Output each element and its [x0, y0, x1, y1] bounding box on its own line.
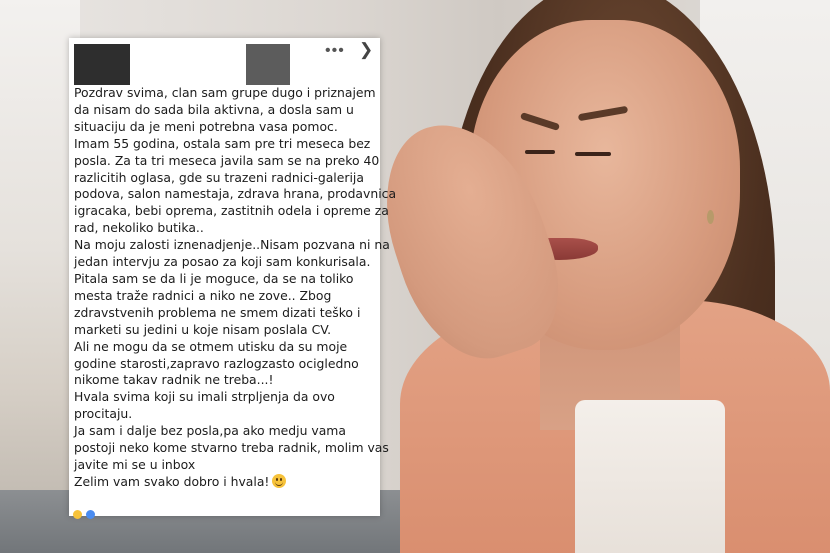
earring: [707, 210, 714, 224]
post-line: posla. Za ta tri meseca javila sam se na…: [74, 152, 380, 168]
post-line: procitaju.: [74, 406, 133, 422]
post-line: Imam 55 godina, ostala sam pre tri mesec…: [74, 135, 371, 151]
post-line: situaciju da je meni potrebna vasa pomoc…: [74, 118, 338, 134]
redacted-name: [246, 44, 290, 85]
post-body: Pozdrav svima, clan sam grupe dugo i pri…: [74, 85, 397, 491]
smiling-face-icon: [272, 473, 287, 488]
post-line: jedan intervju za posao za koji sam konk…: [74, 254, 371, 270]
post-line: nikome takav radnik ne treba...!: [74, 372, 274, 388]
post-line: marketi su jedini u koje nisam poslala C…: [74, 321, 332, 337]
photo-background: ••• ❯ Pozdrav svima, clan sam grupe dugo…: [0, 0, 830, 553]
post-line: Ja sam i dalje bez posla,pa ako medju va…: [74, 423, 346, 439]
like-reaction-icon: [73, 510, 82, 519]
woman-eye-right: [575, 152, 611, 156]
post-line: Pitala sam se da li je moguce, da se na …: [74, 270, 354, 286]
post-line: zdravstvenih problema ne smem dizati teš…: [74, 304, 361, 320]
post-line: rad, nekoliko butika..: [74, 220, 204, 236]
post-line: Ali ne mogu da se otmem utisku da su moj…: [74, 338, 348, 354]
background-wall-left: [0, 0, 80, 553]
close-icon[interactable]: ❯: [359, 40, 373, 60]
woman-eye-left: [525, 150, 555, 154]
post-line-last: Zelim vam svako dobro i hvala!: [74, 473, 379, 491]
post-line: javite mi se u inbox: [74, 456, 196, 472]
post-line: podova, salon namestaja, zdrava hrana, p…: [74, 186, 397, 202]
post-line: Hvala svima koji su imali strpljenja da …: [74, 389, 335, 405]
post-line: Na moju zalosti iznenadjenje..Nisam pozv…: [74, 237, 390, 253]
facebook-post-screenshot: ••• ❯ Pozdrav svima, clan sam grupe dugo…: [69, 38, 397, 519]
reactions-row[interactable]: [73, 506, 113, 519]
redacted-avatar: [74, 44, 130, 85]
woman-undershirt: [575, 400, 725, 553]
post-line: godine starosti,zapravo razlogzasto ocig…: [74, 355, 359, 371]
post-line: postoji neko kome stvarno treba radnik, …: [74, 440, 389, 456]
post-line: igracaka, bebi oprema, zastitnih odela i…: [74, 203, 389, 219]
post-line: razlicitih oglasa, gde su trazeni radnic…: [74, 169, 364, 185]
post-line: Zelim vam svako dobro i hvala!: [74, 473, 270, 489]
post-line: Pozdrav svima, clan sam grupe dugo i pri…: [74, 85, 376, 100]
post-line: da nisam do sada bila aktivna, a dosla s…: [74, 101, 354, 117]
post-line: mesta traže radnici a niko ne zove.. Zbo…: [74, 287, 332, 303]
more-options-icon[interactable]: •••: [325, 42, 345, 60]
